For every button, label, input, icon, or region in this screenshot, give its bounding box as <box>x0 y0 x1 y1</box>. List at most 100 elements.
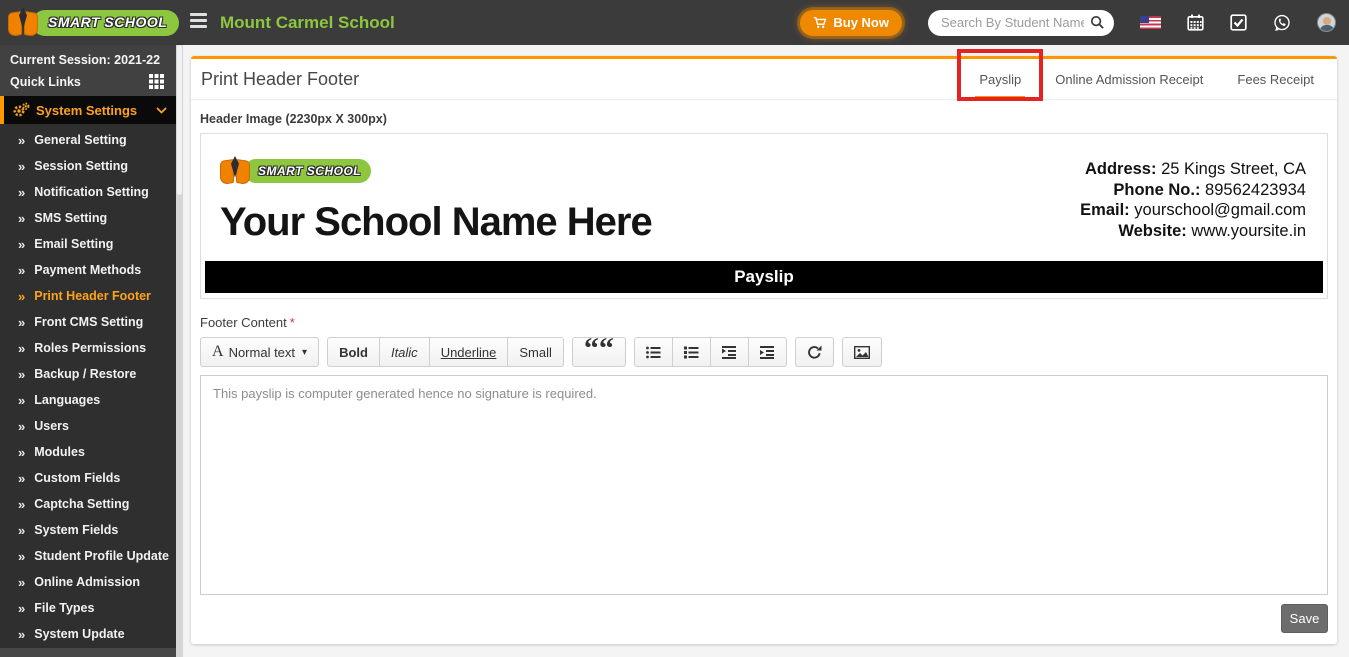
buy-now-button[interactable]: Buy Now <box>800 9 902 36</box>
sidebar-item-print-header-footer[interactable]: » Print Header Footer <box>0 283 183 309</box>
hamburger-menu-icon[interactable] <box>190 13 207 30</box>
sidebar-item-system-fields[interactable]: » System Fields <box>0 517 183 543</box>
double-chevron-icon: » <box>18 574 26 590</box>
double-chevron-icon: » <box>18 496 26 512</box>
small-button[interactable]: Small <box>508 337 564 367</box>
indent-button[interactable] <box>748 337 787 367</box>
list-ol-button[interactable] <box>672 337 711 367</box>
sidebar-item-languages[interactable]: » Languages <box>0 387 183 413</box>
sidebar-item-online-admission[interactable]: » Online Admission <box>0 569 183 595</box>
double-chevron-icon: » <box>18 236 26 252</box>
top-navbar: SMART SCHOOL Mount Carmel School Buy Now <box>0 0 1349 45</box>
sidebar-item-notification-setting[interactable]: » Notification Setting <box>0 179 183 205</box>
double-chevron-icon: » <box>18 158 26 174</box>
sidebar-item-users[interactable]: » Users <box>0 413 183 439</box>
list-ul-button[interactable] <box>633 337 673 367</box>
search-input[interactable] <box>928 9 1114 36</box>
sidebar-item-general-setting[interactable]: » General Setting <box>0 127 183 153</box>
us-flag-language-icon[interactable] <box>1140 16 1161 29</box>
bold-button[interactable]: Bold <box>327 337 380 367</box>
print-header-footer-card: Print Header Footer Payslip Online Admiss… <box>191 49 1337 644</box>
double-chevron-icon: » <box>18 366 26 382</box>
sidebar: Current Session: 2021-22 Quick Links Sys… <box>0 45 183 657</box>
tab-online-admission-receipt[interactable]: Online Admission Receipt <box>1038 59 1220 99</box>
editor-text: This payslip is computer generated hence… <box>213 386 597 401</box>
sidebar-item-session-setting[interactable]: » Session Setting <box>0 153 183 179</box>
double-chevron-icon: » <box>18 132 26 148</box>
double-chevron-icon: » <box>18 522 26 538</box>
outdent-button[interactable] <box>710 337 749 367</box>
double-chevron-icon: » <box>18 210 26 226</box>
redo-button[interactable] <box>794 337 834 367</box>
sidebar-item-roles-permissions[interactable]: » Roles Permissions <box>0 335 183 361</box>
sidebar-item-file-types[interactable]: » File Types <box>0 595 183 621</box>
font-style-icon: A <box>212 343 224 360</box>
preview-contact-block: Address: 25 Kings Street, CA Phone No.: … <box>1080 160 1306 240</box>
preview-logo: SMART SCHOOL <box>220 156 372 186</box>
image-button[interactable] <box>841 337 882 367</box>
sidebar-item-captcha-setting[interactable]: » Captcha Setting <box>0 491 183 517</box>
double-chevron-icon: » <box>18 626 26 642</box>
sidebar-item-system-update[interactable]: » System Update <box>0 621 183 647</box>
double-chevron-icon: » <box>18 444 26 460</box>
image-icon <box>853 345 870 359</box>
user-avatar[interactable] <box>1317 13 1336 32</box>
double-chevron-icon: » <box>18 340 26 356</box>
outdent-icon <box>721 345 737 359</box>
quick-links-grid-icon[interactable] <box>149 74 164 89</box>
double-chevron-icon: » <box>18 548 26 564</box>
whatsapp-icon[interactable] <box>1273 14 1291 32</box>
underline-button[interactable]: Underline <box>429 337 509 367</box>
calendar-icon[interactable] <box>1187 14 1204 31</box>
gears-icon <box>12 102 30 118</box>
double-chevron-icon: » <box>18 418 26 434</box>
student-search <box>928 9 1114 36</box>
tab-payslip[interactable]: Payslip <box>957 49 1044 101</box>
double-chevron-icon: » <box>18 288 26 304</box>
sidebar-item-system-settings[interactable]: System Settings <box>0 96 183 124</box>
quote-button[interactable]: ““ <box>571 333 626 367</box>
cart-icon <box>813 16 827 29</box>
list-ol-icon <box>683 346 699 359</box>
double-chevron-icon: » <box>18 262 26 278</box>
double-chevron-icon: » <box>18 314 26 330</box>
tab-fees-receipt[interactable]: Fees Receipt <box>1220 59 1331 99</box>
sidebar-menu: » General Setting» Session Setting» Notific… <box>0 124 183 647</box>
style-dropdown-button[interactable]: A Normal text ▾ <box>200 337 320 367</box>
preview-payslip-banner: Payslip <box>205 261 1323 293</box>
quick-links-label: Quick Links <box>10 74 81 89</box>
card-body: Header Image (2230px X 300px) SMART SCHO… <box>191 100 1337 595</box>
double-chevron-icon: » <box>18 392 26 408</box>
sidebar-session-block: Current Session: 2021-22 Quick Links <box>0 45 183 96</box>
editor-toolbar: A Normal text ▾ Bold Italic Underline Small… <box>200 333 1328 367</box>
footer-content-editor[interactable]: This payslip is computer generated hence… <box>200 375 1328 595</box>
save-button[interactable]: Save <box>1281 604 1328 633</box>
sidebar-item-front-cms-setting[interactable]: » Front CMS Setting <box>0 309 183 335</box>
double-chevron-icon: » <box>18 470 26 486</box>
sidebar-item-student-profile-update[interactable]: » Student Profile Update <box>0 543 183 569</box>
double-chevron-icon: » <box>18 600 26 616</box>
sidebar-scrollbar[interactable] <box>176 45 183 657</box>
brand-pill: SMART SCHOOL <box>32 9 180 36</box>
task-check-icon[interactable] <box>1230 14 1247 31</box>
preview-school-name: Your School Name Here <box>220 200 653 244</box>
sidebar-item-sms-setting[interactable]: » SMS Setting <box>0 205 183 231</box>
caret-down-icon: ▾ <box>302 346 308 358</box>
sidebar-item-payment-methods[interactable]: » Payment Methods <box>0 257 183 283</box>
sidebar-item-backup-restore[interactable]: » Backup / Restore <box>0 361 183 387</box>
navbar-right-cluster: Buy Now <box>800 0 1336 45</box>
sidebar-bottom-strip <box>0 648 176 657</box>
indent-icon <box>759 345 775 359</box>
chevron-down-icon <box>156 106 167 114</box>
sidebar-item-custom-fields[interactable]: » Custom Fields <box>0 465 183 491</box>
search-icon[interactable] <box>1090 15 1105 30</box>
double-chevron-icon: » <box>18 184 26 200</box>
current-session-label: Current Session: 2021-22 <box>10 53 161 67</box>
italic-button[interactable]: Italic <box>379 337 430 367</box>
sidebar-item-email-setting[interactable]: » Email Setting <box>0 231 183 257</box>
tab-bar: Payslip Online Admission Receipt Fees Rece… <box>957 49 1337 101</box>
app-logo[interactable]: SMART SCHOOL <box>8 5 183 40</box>
required-asterisk: * <box>289 315 295 330</box>
list-ul-icon <box>645 346 661 359</box>
sidebar-item-modules[interactable]: » Modules <box>0 439 183 465</box>
